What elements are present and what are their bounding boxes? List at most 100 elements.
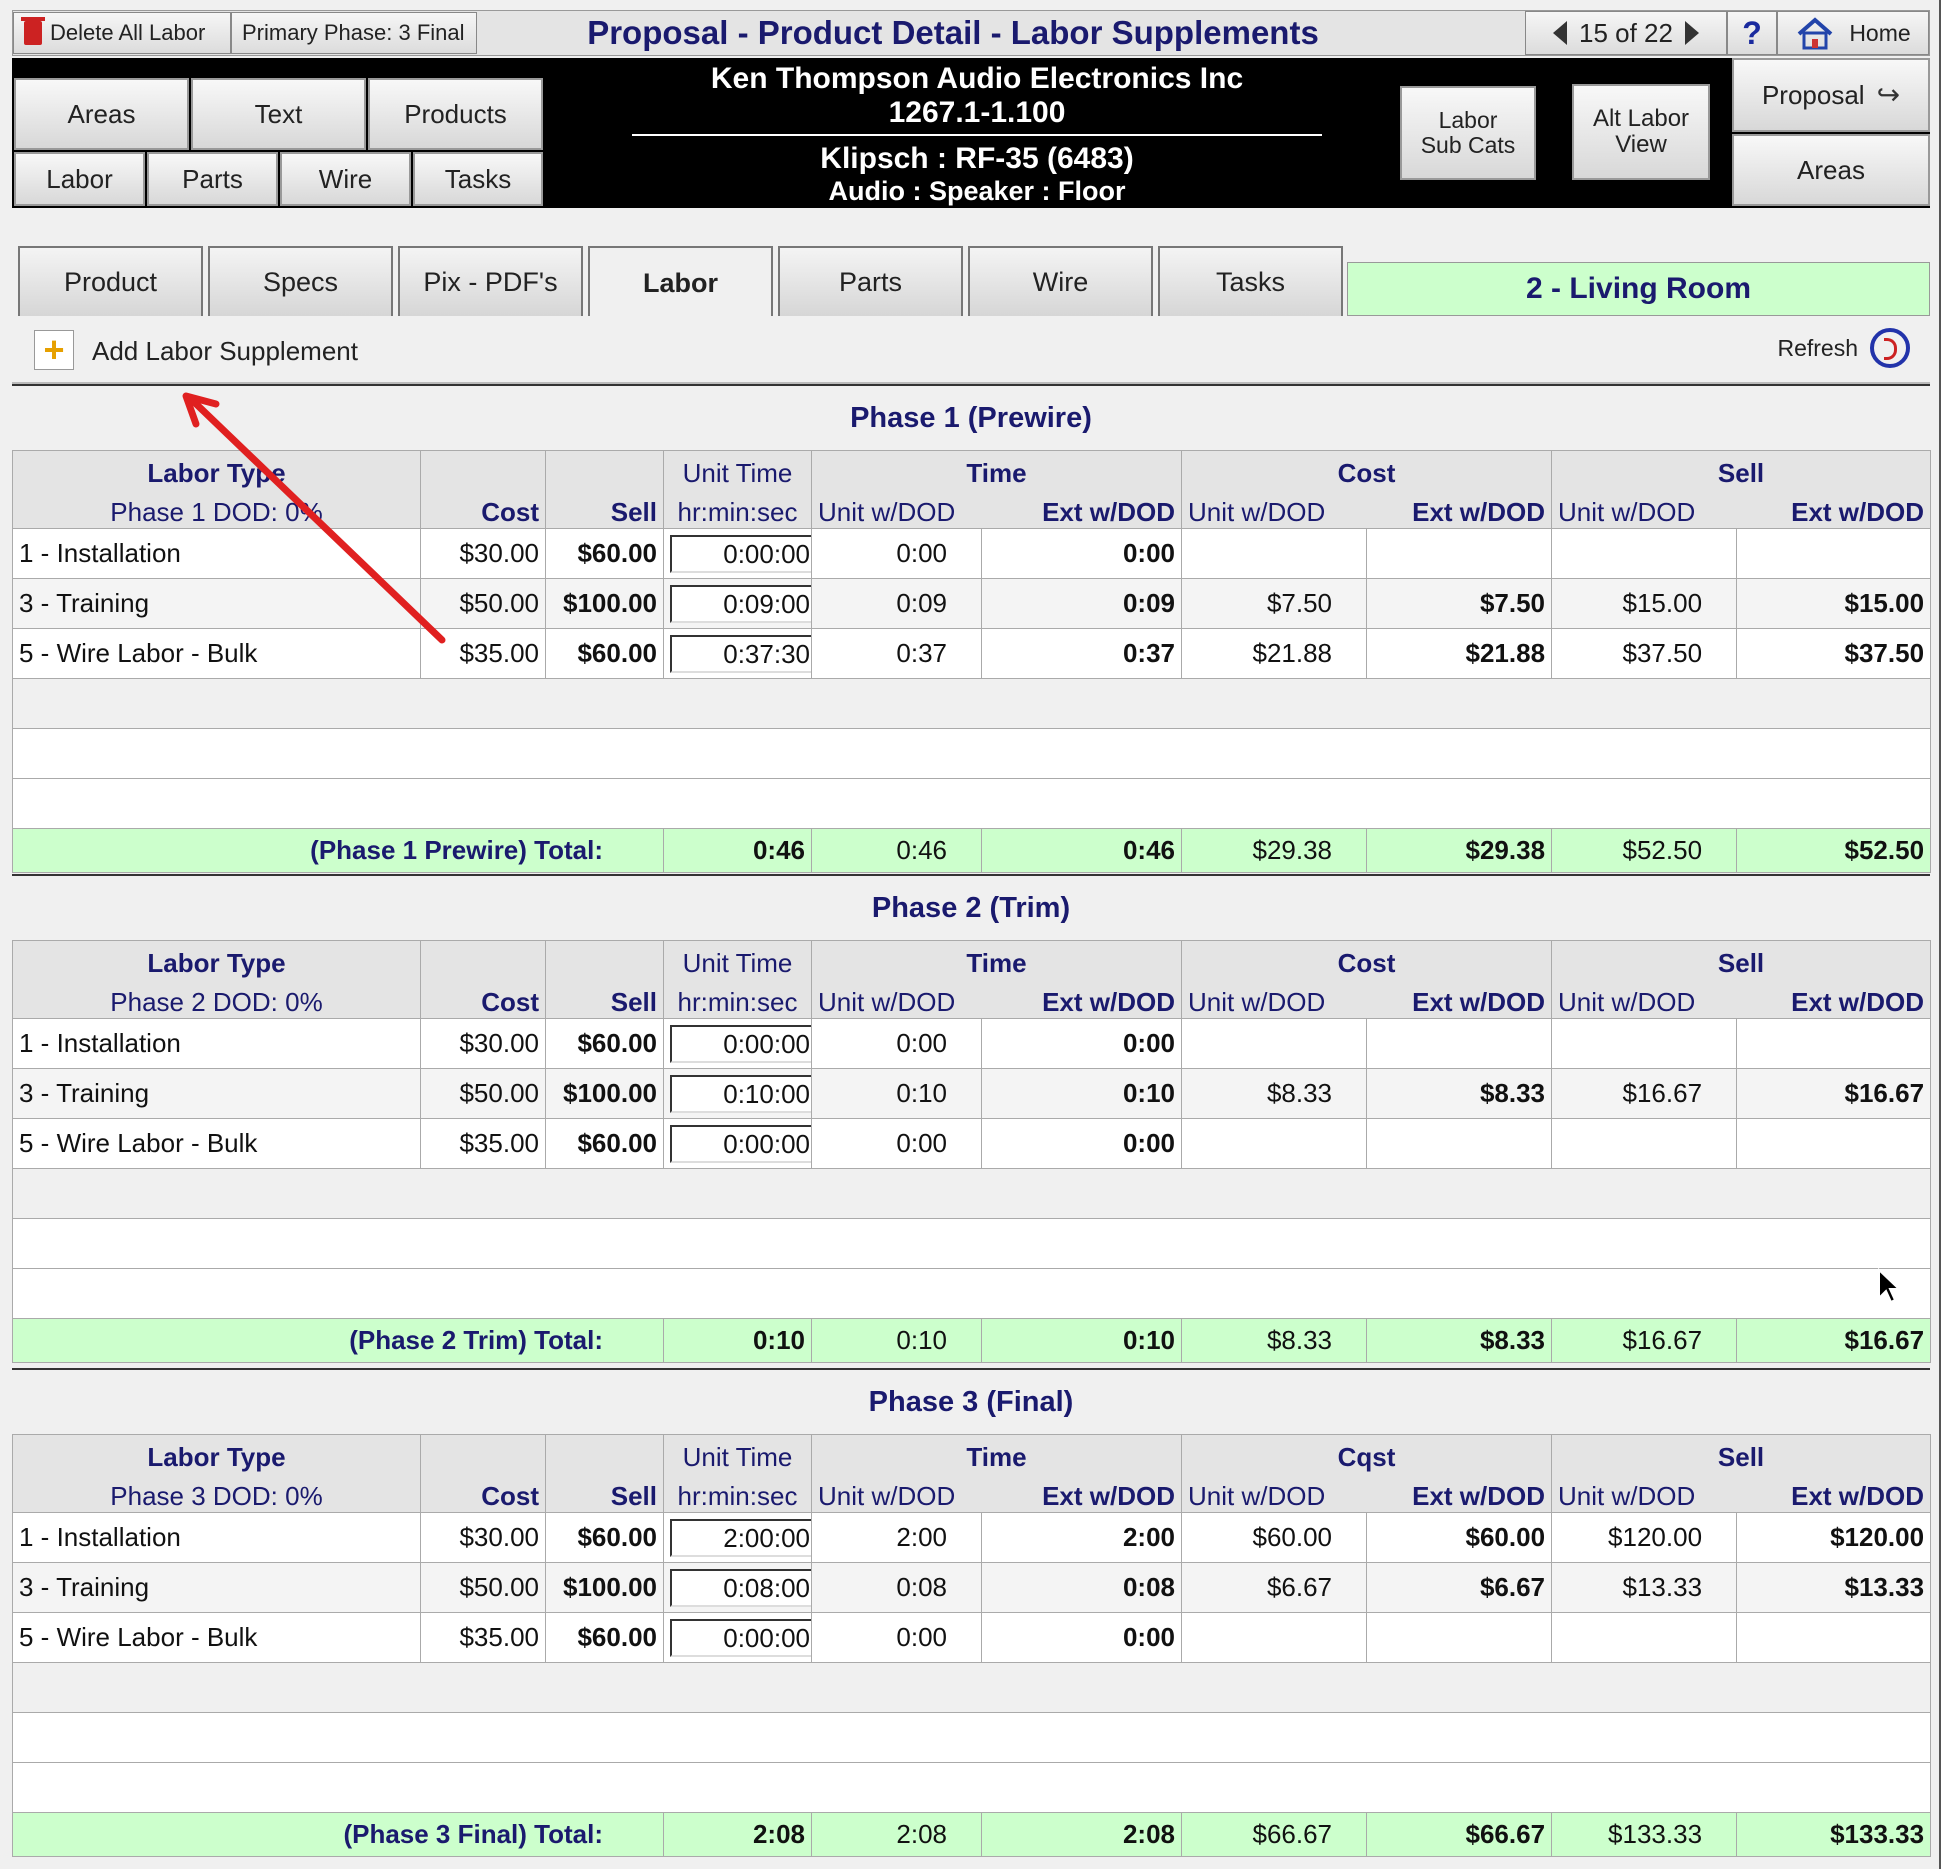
primary-phase-button[interactable]: Primary Phase: 3 Final <box>231 12 477 54</box>
unit-time-heading: Unit Time <box>682 948 793 978</box>
next-record-icon[interactable] <box>1684 21 1699 45</box>
record-position: 15 of 22 <box>1579 17 1673 48</box>
primary-phase-label: Primary Phase: 3 Final <box>242 20 465 45</box>
unit-time-input[interactable]: 0:10:00 <box>670 1074 811 1113</box>
table-row[interactable]: 5 - Wire Labor - Bulk $35.00 $60.00 0:00… <box>12 1612 1932 1663</box>
unit-time-cell: 0:00:00 <box>663 528 812 579</box>
alt-labor-view-button[interactable]: Alt Labor View <box>1572 84 1710 180</box>
phase-section: Phase 1 (Prewire) Labor Type Phase 1 DOD:… <box>11 384 1932 873</box>
header-row: Labor Type Phase 1 DOD: 0% Cost Sell Unit… <box>12 450 1932 529</box>
tab-tasks[interactable]: Tasks <box>1158 246 1343 316</box>
labor-type-header: Labor Type Phase 2 DOD: 0% <box>12 940 421 1019</box>
unit-time-cell: 0:00:00 <box>663 1018 812 1069</box>
empty-row[interactable] <box>11 1168 1932 1219</box>
unit-time-input[interactable]: 0:00:00 <box>670 1618 811 1657</box>
sell-ext-heading: Ext w/DOD <box>1791 987 1925 1017</box>
room-label: 2 - Living Room <box>1347 262 1930 316</box>
labor-type-cell: 3 - Training <box>12 578 421 629</box>
time-heading: Time <box>966 458 1027 488</box>
unit-time-input[interactable]: 0:00:00 <box>670 534 811 573</box>
delete-all-labor-button[interactable]: Delete All Labor <box>13 12 231 54</box>
labor-table: Labor Type Phase 2 DOD: 0% Cost Sell Unit… <box>11 940 1932 1363</box>
labor-table: Labor Type Phase 3 DOD: 0% Cost Sell Unit… <box>11 1434 1932 1857</box>
empty-row[interactable] <box>11 1662 1932 1713</box>
empty-cell <box>11 778 1932 829</box>
home-button[interactable]: Home <box>1777 11 1929 55</box>
empty-row[interactable] <box>11 1712 1932 1763</box>
cost-group-heading: Cqst <box>1337 1442 1396 1472</box>
total-sell-unit: $16.67 <box>1551 1318 1738 1363</box>
sell-unit-heading: Unit w/DOD <box>1558 497 1696 527</box>
unit-time-header: Unit Time hr:min:sec <box>663 940 812 1019</box>
unit-time-input[interactable]: 0:00:00 <box>670 1024 811 1063</box>
text-button[interactable]: Text <box>191 78 366 150</box>
table-row[interactable]: 1 - Installation $30.00 $60.00 0:00:00 0… <box>12 1018 1932 1069</box>
trash-icon <box>21 17 45 45</box>
table-row[interactable]: 1 - Installation $30.00 $60.00 0:00:00 0… <box>12 528 1932 579</box>
time-unit-cell: 0:10 <box>811 1068 982 1119</box>
unit-time-format: hr:min:sec <box>677 1481 798 1511</box>
products-button[interactable]: Products <box>368 78 543 150</box>
wire-button[interactable]: Wire <box>280 152 411 206</box>
parts-button[interactable]: Parts <box>147 152 278 206</box>
unit-time-input[interactable]: 0:08:00 <box>670 1568 811 1607</box>
tab-pix-pdfs[interactable]: Pix - PDF's <box>398 246 583 316</box>
tab-specs[interactable]: Specs <box>208 246 393 316</box>
total-time-ext: 0:46 <box>980 828 1183 873</box>
tab-bar: Product Specs Pix - PDF's Labor Parts Wi… <box>18 246 1343 318</box>
add-icon[interactable]: + <box>34 330 74 370</box>
phase-title: Phase 3 (Final) <box>12 1368 1930 1434</box>
unit-time-input[interactable]: 0:00:00 <box>670 1124 811 1163</box>
unit-time-input[interactable]: 0:09:00 <box>670 584 811 623</box>
table-row[interactable]: 1 - Installation $30.00 $60.00 2:00:00 2… <box>12 1512 1932 1563</box>
time-unit-heading: Unit w/DOD <box>818 497 956 527</box>
table-row[interactable]: 5 - Wire Labor - Bulk $35.00 $60.00 0:37… <box>12 628 1932 679</box>
areas-right-button[interactable]: Areas <box>1732 134 1930 206</box>
cost-unit-cell <box>1181 528 1368 579</box>
unit-time-input[interactable]: 0:37:30 <box>670 634 811 673</box>
tab-labor[interactable]: Labor <box>588 246 773 318</box>
time-ext-heading: Ext w/DOD <box>1042 1481 1176 1511</box>
product-category: Audio : Speaker : Floor <box>828 176 1126 206</box>
unit-time-input[interactable]: 2:00:00 <box>670 1518 811 1557</box>
add-labor-supplement-button[interactable]: Add Labor Supplement <box>92 336 358 367</box>
sell-unit-cell <box>1551 1118 1738 1169</box>
unit-time-cell: 0:08:00 <box>663 1562 812 1613</box>
record-nav-group: 15 of 22 <box>1525 11 1727 55</box>
empty-row[interactable] <box>11 778 1932 829</box>
table-row[interactable]: 3 - Training $50.00 $100.00 0:08:00 0:08… <box>12 1562 1932 1613</box>
refresh-button[interactable]: Refresh <box>1777 328 1910 368</box>
refresh-icon <box>1870 328 1910 368</box>
proposal-button[interactable]: Proposal ↪ <box>1732 58 1930 132</box>
tasks-button[interactable]: Tasks <box>413 152 543 206</box>
total-sell-ext: $52.50 <box>1736 828 1932 873</box>
proposal-label: Proposal <box>1761 79 1865 110</box>
total-time-unit: 0:46 <box>811 828 982 873</box>
table-row[interactable]: 5 - Wire Labor - Bulk $35.00 $60.00 0:00… <box>12 1118 1932 1169</box>
labor-button[interactable]: Labor <box>14 152 145 206</box>
table-row[interactable]: 3 - Training $50.00 $100.00 0:09:00 0:09… <box>12 578 1932 629</box>
time-group-header: Time Unit w/DOD Ext w/DOD <box>810 940 1183 1019</box>
prev-record-icon[interactable] <box>1553 21 1567 45</box>
cost-heading: Cost <box>481 1481 539 1511</box>
tab-parts[interactable]: Parts <box>778 246 963 316</box>
sell-group-header: Sell Unit w/DOD Ext w/DOD <box>1551 1434 1932 1513</box>
tab-product[interactable]: Product <box>18 246 203 316</box>
empty-row[interactable] <box>11 1268 1932 1319</box>
labor-type-cell: 5 - Wire Labor - Bulk <box>12 1612 421 1663</box>
empty-row[interactable] <box>11 1218 1932 1269</box>
home-label: Home <box>1849 19 1911 46</box>
areas-button[interactable]: Areas <box>14 78 189 150</box>
table-row[interactable]: 3 - Training $50.00 $100.00 0:10:00 0:10… <box>12 1068 1932 1119</box>
total-sell-ext: $133.33 <box>1736 1812 1932 1857</box>
empty-row[interactable] <box>11 1762 1932 1813</box>
empty-row[interactable] <box>11 728 1932 779</box>
tab-wire[interactable]: Wire <box>968 246 1153 316</box>
empty-row[interactable] <box>11 678 1932 729</box>
unit-time-cell: 0:00:00 <box>663 1118 812 1169</box>
cost-ext-cell: $60.00 <box>1366 1512 1553 1563</box>
cost-ext-cell: $6.67 <box>1366 1562 1553 1613</box>
sell-ext-cell: $16.67 <box>1736 1068 1932 1119</box>
help-button[interactable]: ? <box>1727 11 1777 55</box>
labor-sub-cats-button[interactable]: Labor Sub Cats <box>1400 86 1536 180</box>
